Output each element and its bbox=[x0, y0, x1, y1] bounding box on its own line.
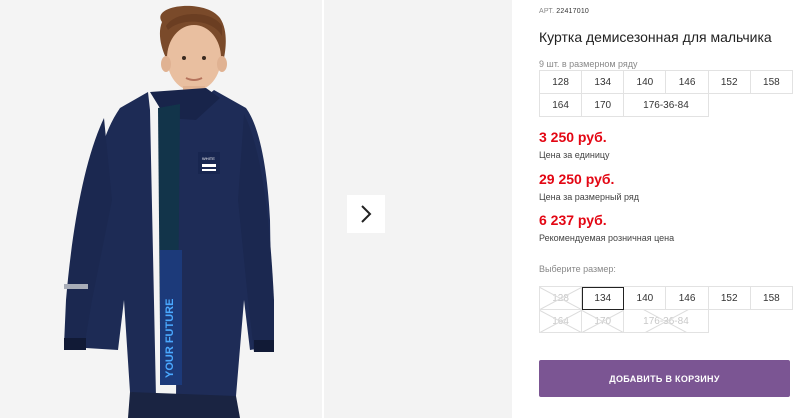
article-value: 22417010 bbox=[556, 8, 590, 15]
size-row-cell: 158 bbox=[750, 71, 793, 94]
retail-price-label: Рекомендуемая розничная цена bbox=[539, 233, 675, 243]
article-label: АРТ. bbox=[539, 8, 555, 15]
jacket-badge-text: WHITE bbox=[202, 156, 215, 161]
size-row-cell: 170 bbox=[582, 94, 625, 117]
product-title: Куртка демисезонная для мальчика bbox=[539, 29, 772, 45]
product-photo[interactable]: YOUR FUTURE WHITE bbox=[0, 0, 322, 418]
size-option-unavailable: 128 bbox=[540, 287, 583, 310]
choose-size-label: Выберите размер: bbox=[539, 264, 616, 274]
chevron-right-icon bbox=[361, 205, 372, 223]
row-price-label: Цена за размерный ряд bbox=[539, 192, 640, 202]
size-option[interactable]: 158 bbox=[750, 287, 793, 310]
add-to-cart-button[interactable]: ДОБАВИТЬ В КОРЗИНУ bbox=[539, 360, 790, 397]
size-option-unavailable: 164 bbox=[540, 310, 583, 333]
size-row-grid: 128 134 140 146 152 158 164 170 176-36-8… bbox=[539, 70, 793, 117]
size-row-count: 9 шт. в размерном ряду bbox=[539, 59, 638, 69]
size-row-cell: 164 bbox=[540, 94, 583, 117]
size-option-unavailable: 176-36-84 bbox=[624, 310, 709, 333]
size-option[interactable]: 140 bbox=[624, 287, 667, 310]
size-option[interactable]: 152 bbox=[708, 287, 751, 310]
row-price: 29 250 руб. bbox=[539, 171, 615, 187]
jacket-lettering: YOUR FUTURE bbox=[164, 299, 176, 378]
size-row-cell: 146 bbox=[666, 71, 709, 94]
size-picker: 128 134 140 146 152 158 164 170 176-36-8… bbox=[539, 286, 793, 333]
size-row-cell: 128 bbox=[540, 71, 583, 94]
size-row-cell: 140 bbox=[624, 71, 667, 94]
retail-price: 6 237 руб. bbox=[539, 212, 607, 228]
size-row-cell: 176-36-84 bbox=[624, 94, 709, 117]
boy-in-jacket-image: YOUR FUTURE WHITE bbox=[0, 0, 322, 418]
gallery-next-button[interactable] bbox=[347, 195, 385, 233]
product-gallery: YOUR FUTURE WHITE bbox=[0, 0, 512, 418]
unit-price: 3 250 руб. bbox=[539, 129, 607, 145]
size-option-unavailable: 170 bbox=[582, 310, 625, 333]
article-number: АРТ. 22417010 bbox=[539, 8, 589, 15]
size-option[interactable]: 146 bbox=[666, 287, 709, 310]
size-option-selected[interactable]: 134 bbox=[582, 287, 625, 310]
size-row-cell: 134 bbox=[582, 71, 625, 94]
size-row-cell: 152 bbox=[708, 71, 751, 94]
unit-price-label: Цена за единицу bbox=[539, 150, 610, 160]
